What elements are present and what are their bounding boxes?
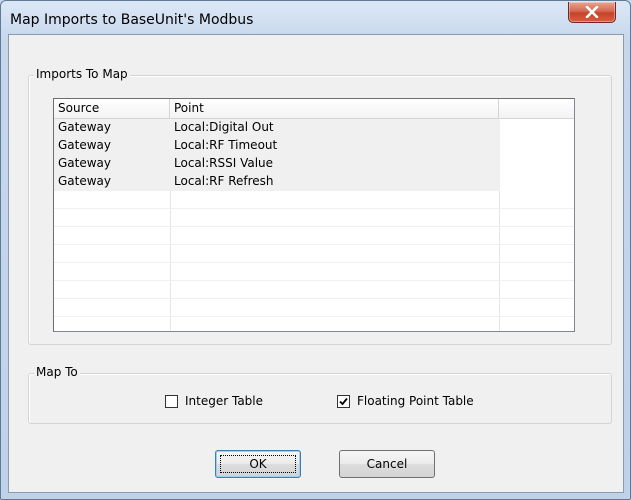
title-bar[interactable]: Map Imports to BaseUnit's Modbus (1, 1, 630, 34)
integer-table-checkbox[interactable] (165, 395, 178, 408)
integer-table-label: Integer Table (185, 394, 264, 408)
empty-row (54, 209, 574, 227)
dialog-client-area: Imports To Map Source Point Gateway Loca… (8, 34, 624, 493)
empty-row (54, 299, 574, 317)
close-button[interactable] (568, 2, 616, 23)
column-header-blank[interactable] (499, 99, 574, 118)
cancel-button[interactable]: Cancel (339, 450, 435, 478)
focus-indicator (220, 455, 296, 473)
empty-row (54, 245, 574, 263)
column-header-point[interactable]: Point (170, 99, 499, 118)
map-to-label: Map To (34, 365, 80, 379)
empty-row (54, 281, 574, 299)
close-icon (585, 6, 599, 18)
cell-source: Gateway (58, 120, 112, 134)
cell-source: Gateway (58, 138, 112, 152)
column-header-source[interactable]: Source (54, 99, 170, 118)
table-row[interactable]: Gateway Local:RSSI Value (54, 155, 574, 173)
table-row[interactable]: Gateway Local:RF Refresh (54, 173, 574, 191)
integer-table-option[interactable]: Integer Table (165, 394, 295, 410)
empty-row (54, 191, 574, 209)
empty-row (54, 227, 574, 245)
blank-column-area (500, 119, 574, 191)
imports-list[interactable]: Source Point Gateway Local:Digital Out G… (53, 98, 575, 332)
floating-point-table-checkbox[interactable] (337, 395, 350, 408)
floating-point-table-option[interactable]: Floating Point Table (337, 394, 507, 410)
cell-point: Local:RF Refresh (174, 174, 274, 188)
cell-source: Gateway (58, 156, 112, 170)
table-row[interactable]: Gateway Local:Digital Out (54, 119, 574, 137)
list-header: Source Point (54, 99, 574, 119)
checkmark-icon (339, 397, 348, 406)
cell-source: Gateway (58, 174, 112, 188)
imports-to-map-label: Imports To Map (34, 67, 130, 81)
cell-point: Local:RF Timeout (174, 138, 278, 152)
window-title: Map Imports to BaseUnit's Modbus (10, 12, 254, 28)
cell-point: Local:Digital Out (174, 120, 274, 134)
table-row[interactable]: Gateway Local:RF Timeout (54, 137, 574, 155)
map-to-group (28, 373, 612, 424)
cell-point: Local:RSSI Value (174, 156, 274, 170)
empty-row (54, 263, 574, 281)
ok-button[interactable]: OK (215, 450, 301, 478)
dialog-window: Map Imports to BaseUnit's Modbus Imports… (0, 0, 631, 500)
floating-point-table-label: Floating Point Table (357, 394, 474, 408)
